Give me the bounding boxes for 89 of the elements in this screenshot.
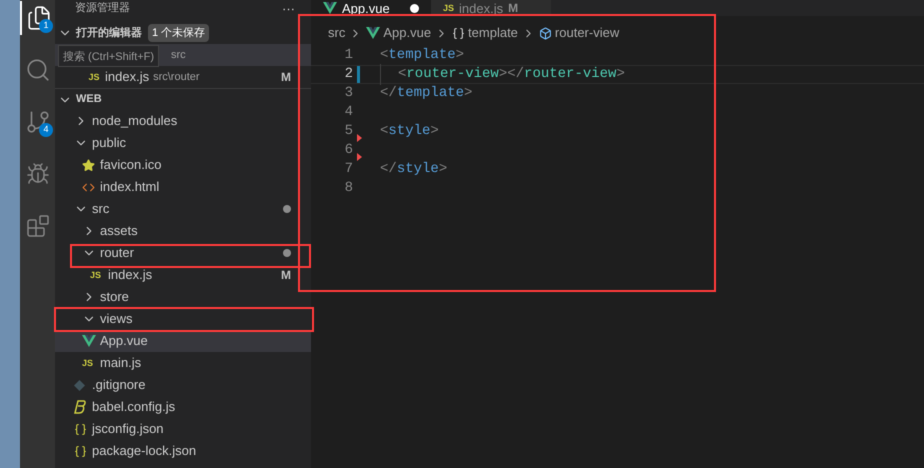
diamond-icon [74, 380, 85, 390]
folder-row[interactable]: views [55, 308, 311, 330]
folder-name: views [100, 310, 133, 328]
line-number: 7 [344, 160, 353, 179]
git-status: M [281, 69, 291, 86]
folder-name: assets [100, 222, 138, 240]
unsaved-badge: 1 个未保存 [148, 24, 210, 42]
code-line: </template> [380, 84, 472, 103]
breadcrumb-item[interactable]: App.vue [366, 23, 432, 43]
line-number: 8 [344, 179, 353, 198]
js-icon: JS [443, 4, 454, 12]
code-icon [82, 180, 95, 194]
file-name: main.js [100, 354, 142, 372]
bug-icon [26, 162, 50, 186]
panel-title: 资源管理器 [75, 2, 130, 14]
js-icon: JS [88, 72, 100, 82]
file-name: babel.config.js [92, 398, 176, 416]
file-row[interactable]: package-lock.json [55, 440, 311, 462]
activity-button[interactable]: 4 [20, 105, 55, 139]
folder-row[interactable]: public [55, 132, 311, 154]
code-line: <template> [380, 46, 464, 65]
b-script-icon [74, 400, 86, 414]
file-name: package-lock.json [92, 442, 196, 460]
line-number: 5 [344, 122, 353, 141]
file-row[interactable]: jsconfig.json [55, 418, 311, 440]
breadcrumb-item[interactable]: src [328, 23, 346, 43]
folder-name: store [100, 288, 129, 306]
file-name: index.html [100, 178, 160, 196]
tooltip: 搜索 (Ctrl+Shift+F) [58, 45, 160, 67]
file-row[interactable]: favicon.ico [55, 154, 311, 176]
search-icon [24, 57, 50, 83]
tab-label: App.vue [342, 2, 390, 14]
file-name: jsconfig.json [92, 420, 164, 438]
count-badge: 1 [39, 19, 53, 33]
file-name: index.js [108, 266, 152, 284]
vue-logo-icon [82, 335, 96, 347]
braces-icon [74, 444, 87, 458]
file-row[interactable]: babel.config.js [55, 396, 311, 418]
section-header[interactable]: WEB [55, 88, 311, 110]
folder-name: public [92, 134, 126, 152]
line-number: 2 [344, 65, 353, 84]
branch-icon [24, 109, 50, 135]
line-number: 4 [344, 103, 353, 122]
folder-name: node_modules [92, 112, 178, 130]
braces-icon [74, 422, 87, 436]
file-path: src [171, 48, 186, 63]
file-name: App.vue [100, 332, 148, 350]
star-icon [82, 158, 95, 172]
code-line: </style> [380, 160, 448, 179]
line-number: 1 [344, 46, 353, 65]
file-name: index.js [105, 68, 150, 86]
file-row[interactable]: index.html [55, 176, 311, 198]
breadcrumb-item[interactable]: template [452, 23, 518, 43]
tab-label: index.js [459, 2, 504, 14]
files-icon [26, 5, 52, 31]
code-line: <router-view></router-view> [380, 64, 625, 85]
line-number: 3 [344, 84, 353, 103]
line-number: 6 [344, 141, 353, 160]
folder-row[interactable]: src [55, 198, 311, 220]
count-badge: 4 [39, 123, 53, 137]
folder-name: router [100, 244, 134, 262]
open-editor-row[interactable]: JS index.js src\router M [55, 66, 311, 88]
cube-icon [538, 26, 552, 40]
vue-logo-icon [366, 27, 380, 39]
folder-row[interactable]: router [55, 242, 311, 264]
file-path: src\router [153, 70, 200, 85]
file-row[interactable]: JS index.js M [55, 264, 311, 286]
code-line: <style> [380, 122, 439, 141]
js-icon: JS [82, 358, 94, 368]
folder-row[interactable]: node_modules [55, 110, 311, 132]
folder-row[interactable]: store [55, 286, 311, 308]
vue-logo-icon [323, 2, 337, 14]
file-name: favicon.ico [100, 156, 162, 174]
js-icon: JS [90, 270, 102, 280]
section-title: WEB [76, 92, 102, 108]
extensions-icon [26, 214, 50, 238]
braces-icon [452, 26, 466, 40]
git-status: M [508, 2, 518, 14]
breadcrumb-item[interactable]: router-view [538, 23, 620, 43]
file-row[interactable]: App.vue [55, 330, 311, 352]
git-status: M [281, 267, 291, 284]
file-row[interactable]: JS main.js [55, 352, 311, 374]
file-name: .gitignore [92, 376, 146, 394]
more-actions-button[interactable]: ··· [282, 2, 295, 14]
folder-row[interactable]: assets [55, 220, 311, 242]
section-header[interactable]: 打开的编辑器 1 个未保存 [55, 22, 311, 44]
folder-name: src [92, 200, 110, 218]
file-row[interactable]: .gitignore [55, 374, 311, 396]
section-title: 打开的编辑器 [76, 26, 142, 41]
